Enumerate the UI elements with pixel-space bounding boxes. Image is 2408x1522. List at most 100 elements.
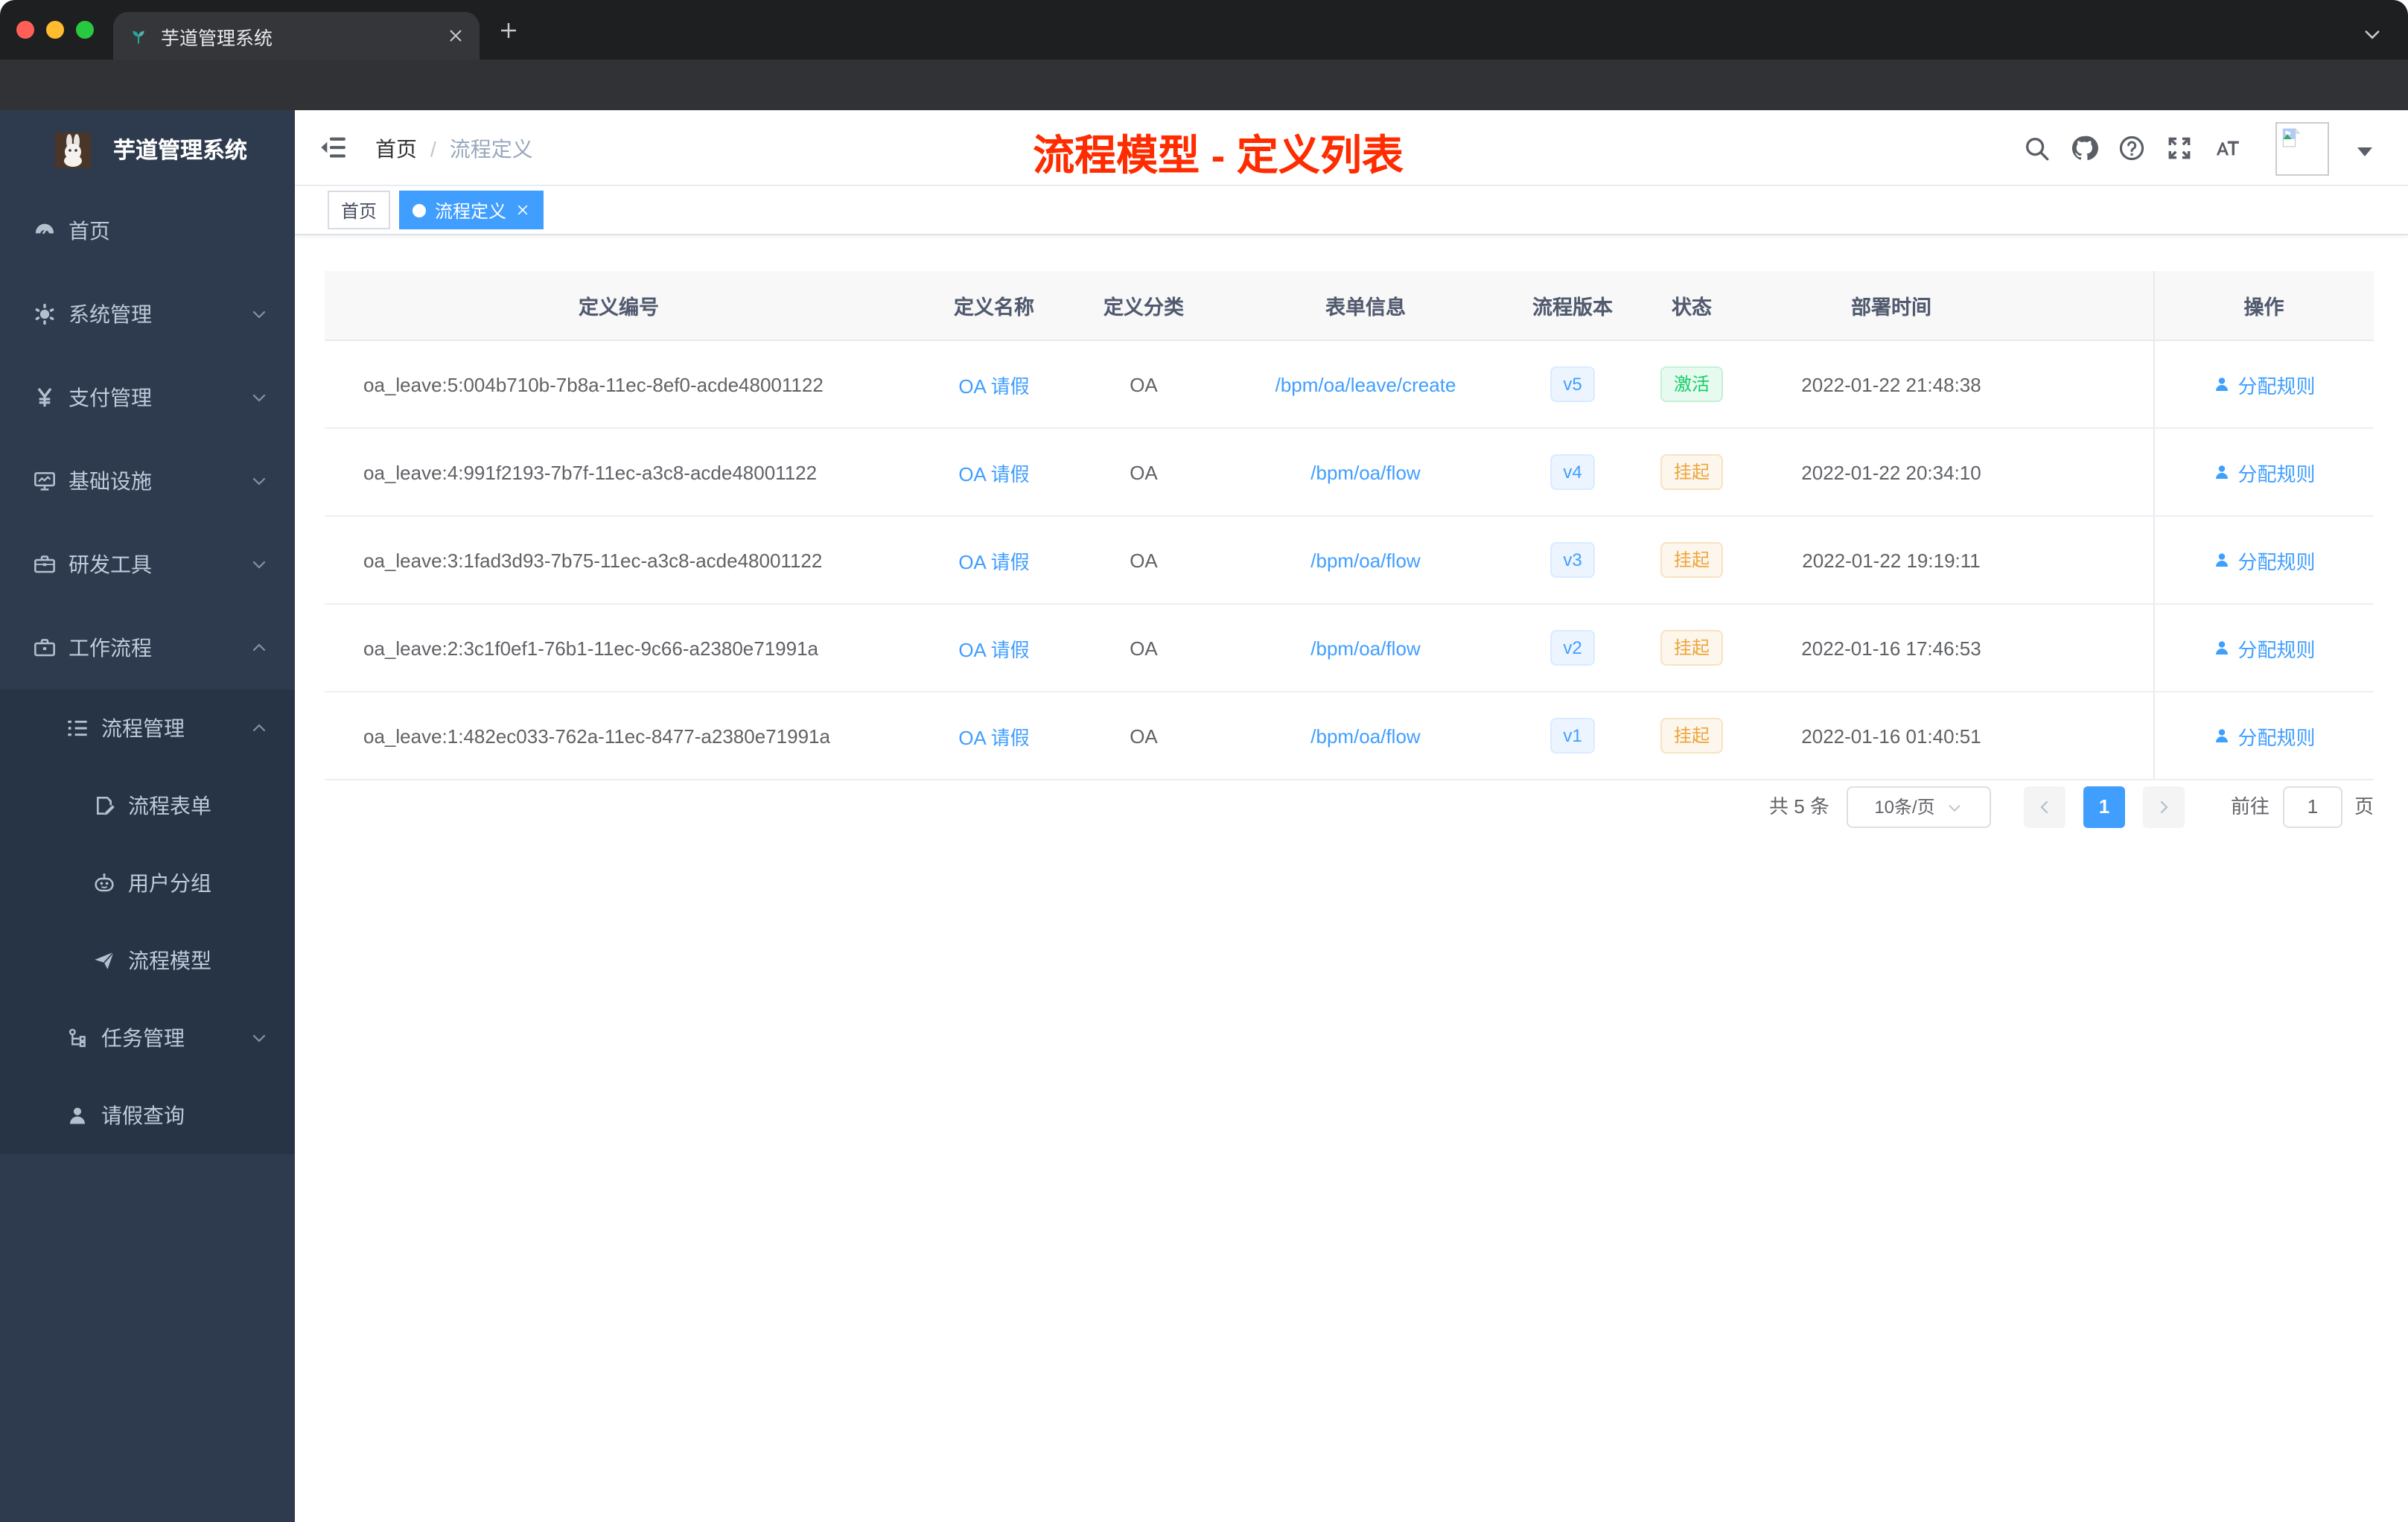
fullscreen-icon[interactable] xyxy=(2165,134,2194,162)
select-chevron-icon xyxy=(1947,799,1963,815)
tab-title: 芋道管理系统 xyxy=(161,28,273,48)
table-row: oa_leave:5:004b710b-7b8a-11ec-8ef0-acde4… xyxy=(325,340,2374,429)
form-link[interactable]: /bpm/oa/leave/create xyxy=(1275,373,1456,395)
breadcrumb-current: 流程定义 xyxy=(449,137,533,161)
form-link[interactable]: /bpm/oa/flow xyxy=(1310,461,1420,483)
name-link[interactable]: OA 请假 xyxy=(958,375,1029,397)
help-icon[interactable] xyxy=(2118,134,2146,162)
assign-rule-link[interactable]: 分配规则 xyxy=(2212,458,2316,486)
sidebar-item-请假查询[interactable]: 请假查询 xyxy=(0,1077,295,1154)
name-link[interactable]: OA 请假 xyxy=(958,462,1029,485)
github-icon[interactable] xyxy=(2070,134,2098,162)
sidebar-item-label: 工作流程 xyxy=(69,636,152,660)
form-link[interactable]: /bpm/oa/flow xyxy=(1310,549,1420,571)
table-row: oa_leave:4:991f2193-7b7f-11ec-a3c8-acde4… xyxy=(325,428,2374,517)
tag-流程定义[interactable]: 流程定义 xyxy=(399,191,544,229)
name-link[interactable]: OA 请假 xyxy=(958,638,1029,660)
main-area: 首页 / 流程定义 流程模型 - 定义列表 首页 流程定义 定义编号 定义名称 定义分… xyxy=(295,110,2408,1522)
sidebar-item-任务管理[interactable]: 任务管理 xyxy=(0,999,295,1077)
cell-deployed: 2022-01-22 21:48:38 xyxy=(1757,340,2025,429)
cell-status: 挂起 xyxy=(1626,604,1757,692)
sidebar: 芋道管理系统 首页系统管理支付管理基础设施研发工具工作流程流程管理 流程表单 用户分… xyxy=(0,110,295,1522)
column-header-部署时间: 部署时间 xyxy=(1757,271,2025,341)
cell-version: v2 xyxy=(1519,604,1626,692)
font-size-icon[interactable] xyxy=(2213,134,2241,162)
page-size-value: 10条/页 xyxy=(1874,797,1935,818)
definition-table: 定义编号 定义名称 定义分类 表单信息 流程版本 状态 部署时间 操作 oa_leave:5:… xyxy=(325,271,2374,780)
search-icon[interactable] xyxy=(2022,134,2051,162)
sidebar-item-首页[interactable]: 首页 xyxy=(0,189,295,273)
tab-close-icon[interactable] xyxy=(447,27,465,45)
assign-rule-link[interactable]: 分配规则 xyxy=(2212,634,2316,662)
chevron-left-icon xyxy=(2036,798,2054,816)
assign-rule-link[interactable]: 分配规则 xyxy=(2212,722,2316,750)
chevron-down-icon xyxy=(250,305,268,323)
status-badge: 挂起 xyxy=(1660,718,1723,754)
cell-id: oa_leave:3:1fad3d93-7b75-11ec-a3c8-acde4… xyxy=(325,516,913,605)
sidebar-item-label: 基础设施 xyxy=(69,469,152,493)
chevron-up-icon xyxy=(250,639,268,657)
cell-action: 分配规则 xyxy=(2153,428,2374,517)
sidebar-item-流程模型[interactable]: 流程模型 xyxy=(0,922,295,999)
name-link[interactable]: OA 请假 xyxy=(958,550,1029,573)
page-size-select[interactable]: 10条/页 xyxy=(1847,786,1991,828)
chevron-down-icon xyxy=(250,1029,268,1047)
form-link[interactable]: /bpm/oa/flow xyxy=(1310,637,1420,659)
tag-首页[interactable]: 首页 xyxy=(328,191,391,229)
tag-close-icon[interactable] xyxy=(515,203,530,217)
form-link[interactable]: /bpm/oa/flow xyxy=(1310,725,1420,747)
sidebar-item-工作流程[interactable]: 工作流程 xyxy=(0,606,295,690)
cell-id: oa_leave:5:004b710b-7b8a-11ec-8ef0-acde4… xyxy=(325,340,913,429)
status-badge: 挂起 xyxy=(1660,542,1723,578)
logo-avatar xyxy=(48,132,98,168)
sidebar-item-label: 请假查询 xyxy=(101,1104,185,1127)
cell-version: v4 xyxy=(1519,428,1626,517)
maximize-window-button[interactable] xyxy=(76,21,94,39)
pagination-total: 共 5 条 xyxy=(1769,795,1829,818)
sidebar-item-研发工具[interactable]: 研发工具 xyxy=(0,523,295,606)
chevron-up-icon xyxy=(250,719,268,737)
robot-icon xyxy=(92,871,116,895)
cell-status: 激活 xyxy=(1626,340,1757,429)
flow-list-icon xyxy=(66,716,89,740)
assign-rule-link[interactable]: 分配规则 xyxy=(2212,370,2316,398)
name-link[interactable]: OA 请假 xyxy=(958,726,1029,748)
cell-form: /bpm/oa/flow xyxy=(1212,604,1519,692)
sidebar-item-流程管理[interactable]: 流程管理 xyxy=(0,690,295,767)
minimize-window-button[interactable] xyxy=(46,21,64,39)
browser-tab[interactable]: 芋道管理系统 xyxy=(113,12,480,60)
tab-search-chevron-icon[interactable] xyxy=(2362,24,2383,45)
dashboard-icon xyxy=(33,219,57,243)
current-page-button[interactable]: 1 xyxy=(2083,786,2125,828)
user-icon xyxy=(2212,551,2230,569)
goto-page-input[interactable] xyxy=(2283,786,2342,828)
sidebar-item-label: 系统管理 xyxy=(69,302,152,326)
page-root: 芋道管理系统 不安全 dashboard.yudao.iocoder.cn/bp… xyxy=(0,0,2408,1522)
cell-name: OA 请假 xyxy=(913,428,1075,517)
sidebar-menu: 首页系统管理支付管理基础设施研发工具工作流程流程管理 流程表单 用户分组 流程模型 任务… xyxy=(0,189,295,1154)
browser-toolbar: 不安全 dashboard.yudao.iocoder.cn/bpm/manag… xyxy=(0,60,2408,167)
cell-id: oa_leave:4:991f2193-7b7f-11ec-a3c8-acde4… xyxy=(325,428,913,517)
sidebar-item-用户分组[interactable]: 用户分组 xyxy=(0,844,295,922)
user-avatar[interactable] xyxy=(2275,121,2329,175)
user-menu-caret-icon[interactable] xyxy=(2357,147,2372,156)
column-header-filler xyxy=(2025,271,2153,341)
tag-label: 首页 xyxy=(341,200,378,221)
user-icon xyxy=(2212,639,2230,657)
sidebar-collapse-button[interactable] xyxy=(319,133,348,162)
next-page-button[interactable] xyxy=(2143,786,2185,828)
sidebar-item-基础设施[interactable]: 基础设施 xyxy=(0,439,295,523)
tag-label: 流程定义 xyxy=(435,200,507,221)
cell-action: 分配规则 xyxy=(2153,340,2374,429)
sidebar-item-流程表单[interactable]: 流程表单 xyxy=(0,767,295,844)
sidebar-item-支付管理[interactable]: 支付管理 xyxy=(0,356,295,439)
new-tab-button[interactable] xyxy=(497,19,520,42)
sidebar-logo[interactable]: 芋道管理系统 xyxy=(0,110,295,189)
prev-page-button[interactable] xyxy=(2024,786,2065,828)
assign-rule-link[interactable]: 分配规则 xyxy=(2212,546,2316,574)
breadcrumb-home[interactable]: 首页 xyxy=(375,134,417,164)
close-window-button[interactable] xyxy=(16,21,34,39)
sidebar-item-系统管理[interactable]: 系统管理 xyxy=(0,273,295,356)
assign-rule-label: 分配规则 xyxy=(2237,375,2316,397)
cell-category: OA xyxy=(1075,340,1212,429)
